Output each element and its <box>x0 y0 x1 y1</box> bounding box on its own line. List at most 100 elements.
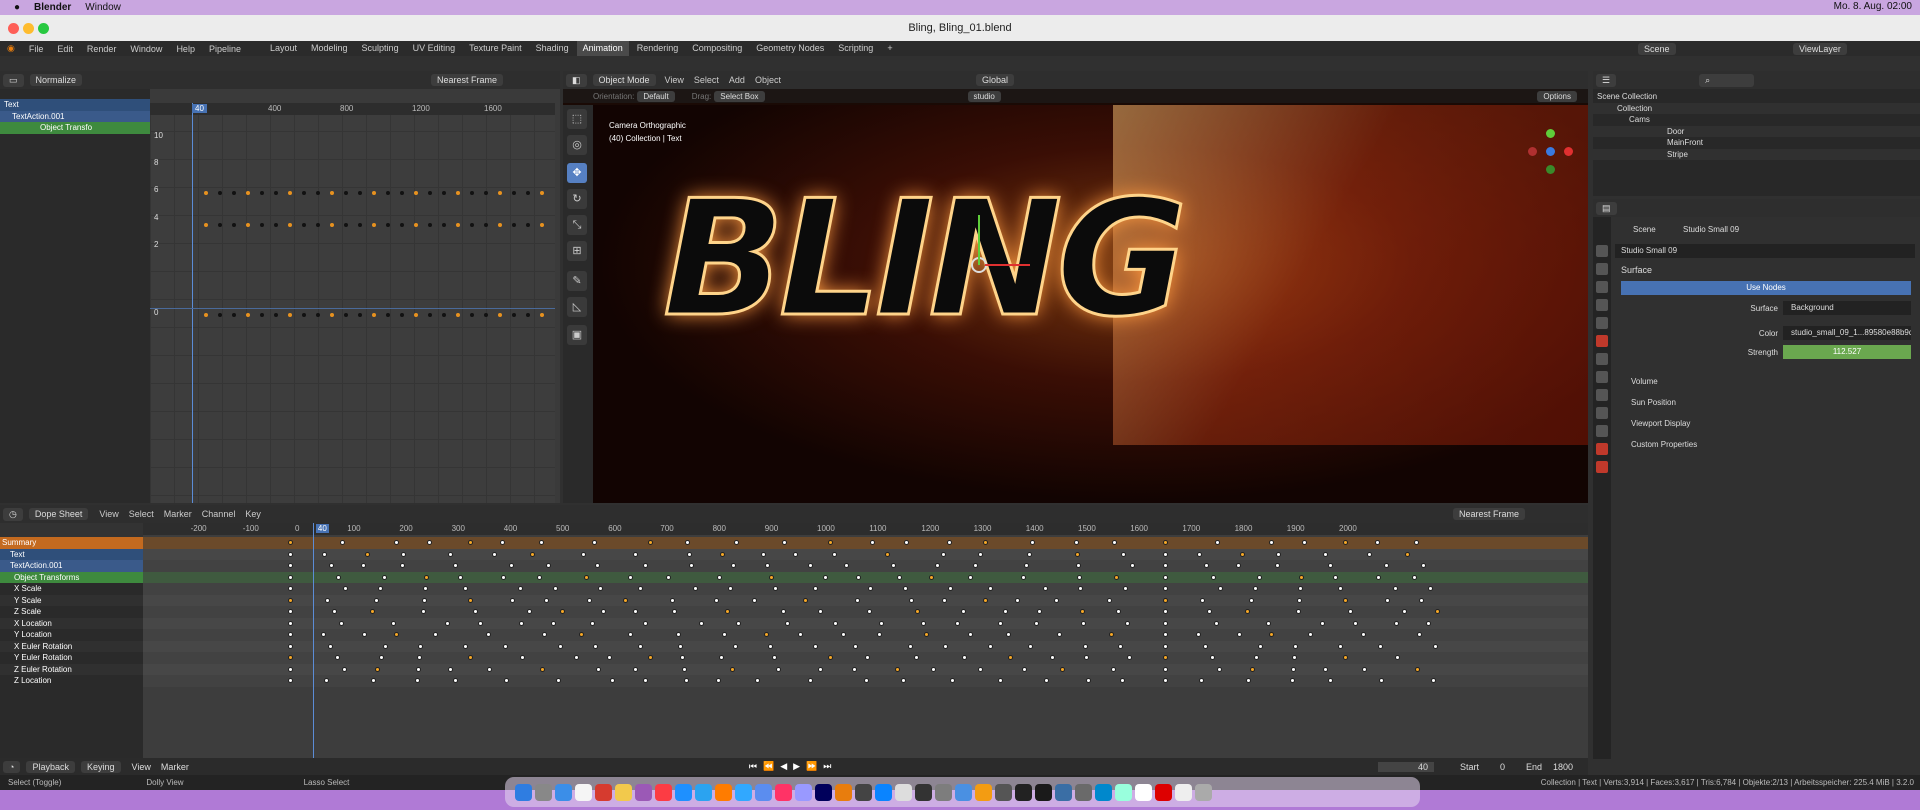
dopesheet-ruler-label[interactable]: 1300 <box>974 524 992 533</box>
menu-window[interactable]: Window <box>123 44 169 54</box>
keyframe[interactable] <box>1163 678 1168 683</box>
dopesheet-ruler-label[interactable]: 400 <box>504 524 517 533</box>
physics-tab-icon[interactable] <box>1596 389 1608 401</box>
keyframe[interactable] <box>324 678 329 683</box>
keyframe[interactable] <box>1021 574 1026 580</box>
keyframe[interactable] <box>415 678 420 683</box>
dopesheet-ruler-label[interactable]: 900 <box>765 524 778 533</box>
keyframe[interactable] <box>1215 540 1220 545</box>
timeline-menu-view[interactable]: View <box>132 762 151 772</box>
dopesheet-row[interactable] <box>143 640 1588 652</box>
keyframe[interactable] <box>1343 597 1348 603</box>
graph-keyframe[interactable] <box>372 313 376 317</box>
dock-app-icon[interactable] <box>774 783 792 801</box>
graph-area[interactable]: 40 400 800 1200 1600 10 8 6 4 2 0 <box>150 103 555 503</box>
keyframe[interactable] <box>1308 632 1313 637</box>
graph-keyframe[interactable] <box>498 313 502 317</box>
world-tab-icon[interactable] <box>1596 335 1608 347</box>
keyframe[interactable] <box>1107 597 1112 603</box>
keyframe[interactable] <box>288 655 293 660</box>
keyframe[interactable] <box>1290 678 1295 683</box>
surface-shader-dropdown[interactable]: Background <box>1783 301 1911 315</box>
keyframe[interactable] <box>546 563 551 568</box>
graph-keyframe[interactable] <box>526 191 530 195</box>
keyframe[interactable] <box>1299 574 1304 580</box>
viewlayer-selector[interactable]: ViewLayer <box>1793 42 1847 55</box>
keyframe[interactable] <box>468 597 473 603</box>
outliner-door[interactable]: Door <box>1593 125 1920 137</box>
dock-app-icon[interactable] <box>1094 783 1112 801</box>
keyframe[interactable] <box>329 563 334 568</box>
graph-channel-action[interactable]: TextAction.001 <box>0 110 150 122</box>
keyframe[interactable] <box>813 586 818 591</box>
graph-keyframe[interactable] <box>204 191 208 195</box>
keyframe[interactable] <box>678 643 683 649</box>
custom-properties-section[interactable]: Custom Properties <box>1631 440 1697 449</box>
graph-keyframe[interactable] <box>260 313 264 317</box>
graph-keyframe[interactable] <box>442 223 446 227</box>
menu-edit[interactable]: Edit <box>50 44 80 54</box>
keyframe[interactable] <box>813 643 818 649</box>
keyframe[interactable] <box>818 666 823 672</box>
keyframe[interactable] <box>288 678 293 683</box>
keyframe[interactable] <box>1006 632 1011 637</box>
graph-keyframe[interactable] <box>470 223 474 227</box>
keyframe[interactable] <box>1037 609 1042 614</box>
keyframe[interactable] <box>1074 540 1079 545</box>
keyframe[interactable] <box>909 597 914 603</box>
keyframe[interactable] <box>901 678 906 683</box>
graph-keyframe[interactable] <box>414 191 418 195</box>
tab-sculpting[interactable]: Sculpting <box>356 41 405 56</box>
window-menu[interactable]: Window <box>85 2 121 13</box>
keyframe[interactable] <box>864 678 869 683</box>
graph-keyframe[interactable] <box>526 313 530 317</box>
graph-keyframe[interactable] <box>246 223 250 227</box>
graph-keyframe[interactable] <box>540 223 544 227</box>
graph-keyframe[interactable] <box>498 223 502 227</box>
keyframe[interactable] <box>1338 586 1343 591</box>
dopesheet-ruler-label[interactable]: 1800 <box>1235 524 1253 533</box>
dock-app-icon[interactable] <box>994 783 1012 801</box>
keyframe[interactable] <box>1298 586 1303 591</box>
properties-editor-type-icon[interactable]: ▤ <box>1596 201 1617 215</box>
keyframe[interactable] <box>1293 643 1298 649</box>
keyframe[interactable] <box>418 643 423 649</box>
keyframe[interactable] <box>633 551 638 557</box>
dopesheet-area[interactable]: -200 -100 0 40 100 200 300 400 500 600 700 800 900 10… <box>143 523 1588 758</box>
dock-app-icon[interactable] <box>654 783 672 801</box>
volume-section[interactable]: Volume <box>1631 377 1658 386</box>
keyframe[interactable] <box>941 551 946 557</box>
keyframe[interactable] <box>687 551 692 557</box>
keyframe[interactable] <box>1077 574 1082 580</box>
keyframe[interactable] <box>598 586 603 591</box>
dopesheet-channel[interactable]: Y Euler Rotation <box>0 652 143 664</box>
keyframe[interactable] <box>537 574 542 580</box>
graph-keyframe[interactable] <box>204 313 208 317</box>
render-tab-icon[interactable] <box>1596 263 1608 275</box>
keyframe[interactable] <box>463 643 468 649</box>
graph-keyframe[interactable] <box>386 223 390 227</box>
keyframe[interactable] <box>1163 586 1168 591</box>
keyframe[interactable] <box>1275 563 1280 568</box>
annotate-tool-icon[interactable]: ✎ <box>567 271 587 291</box>
graph-keyframe[interactable] <box>218 223 222 227</box>
app-menu[interactable]: Blender <box>34 2 71 13</box>
keyframe[interactable] <box>487 666 492 672</box>
keyframe[interactable] <box>1292 655 1297 660</box>
keyframe[interactable] <box>773 586 778 591</box>
graph-keyframe[interactable] <box>288 223 292 227</box>
keyframe[interactable] <box>1120 678 1125 683</box>
outliner-search-icon[interactable]: ⌕ <box>1699 73 1754 87</box>
keyframe[interactable] <box>1130 563 1135 568</box>
graph-keyframe[interactable] <box>204 223 208 227</box>
graph-keyframe[interactable] <box>316 191 320 195</box>
keyframe[interactable] <box>1081 620 1086 626</box>
keyframe[interactable] <box>628 632 633 637</box>
keyframe[interactable] <box>510 597 515 603</box>
dock-app-icon[interactable] <box>954 783 972 801</box>
keyframe[interactable] <box>1044 678 1049 683</box>
tab-compositing[interactable]: Compositing <box>686 41 748 56</box>
play-icon[interactable]: ▶ <box>793 761 800 772</box>
keyframe[interactable] <box>1116 609 1121 614</box>
keyframe[interactable] <box>719 655 724 660</box>
